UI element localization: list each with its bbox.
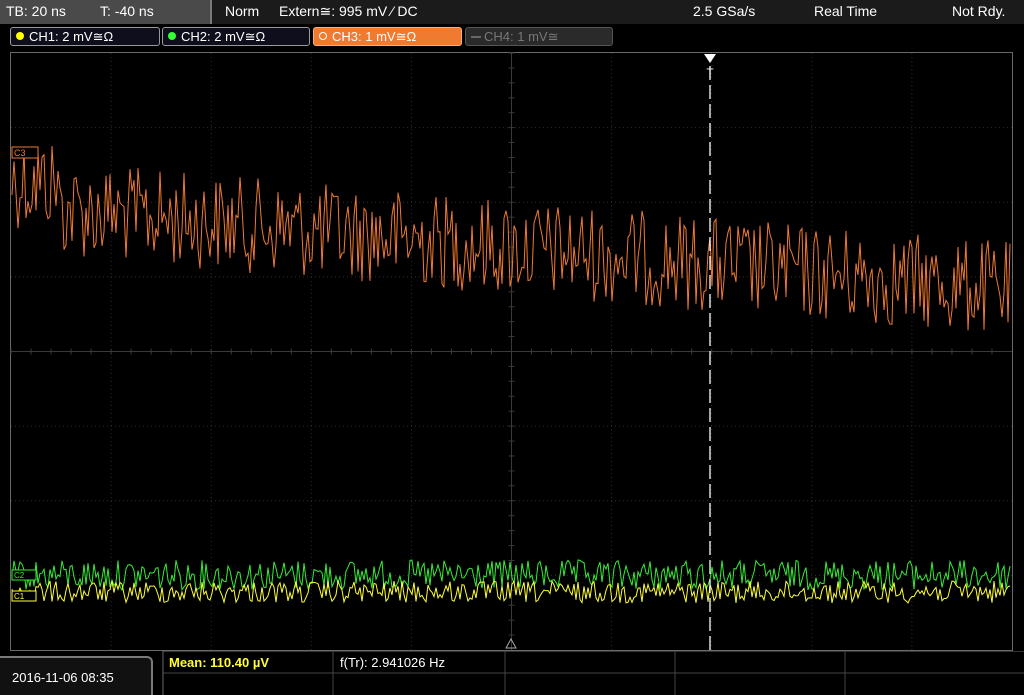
channel-1-offset-label: C1	[14, 592, 25, 601]
waveform-canvas: T C3 C2 C1	[10, 52, 1012, 651]
channel-3-offset-label: C3	[14, 148, 26, 158]
measurement-bar: Mean: 110.40 µV f(Tr): 2.941026 Hz	[0, 651, 1024, 695]
trigger-label: T	[706, 66, 714, 80]
graticule	[10, 52, 1012, 650]
datetime-text: 2016-11-06 08:35	[12, 670, 114, 685]
mean-measurement[interactable]: Mean: 110.40 µV	[169, 655, 269, 670]
measurement-grid	[162, 651, 1024, 695]
channel-2-offset-label: C2	[14, 571, 25, 580]
trigger-frequency-measurement[interactable]: f(Tr): 2.941026 Hz	[340, 655, 445, 670]
trigger-marker-icon[interactable]	[704, 54, 716, 63]
datetime-panel: 2016-11-06 08:35	[0, 656, 153, 695]
